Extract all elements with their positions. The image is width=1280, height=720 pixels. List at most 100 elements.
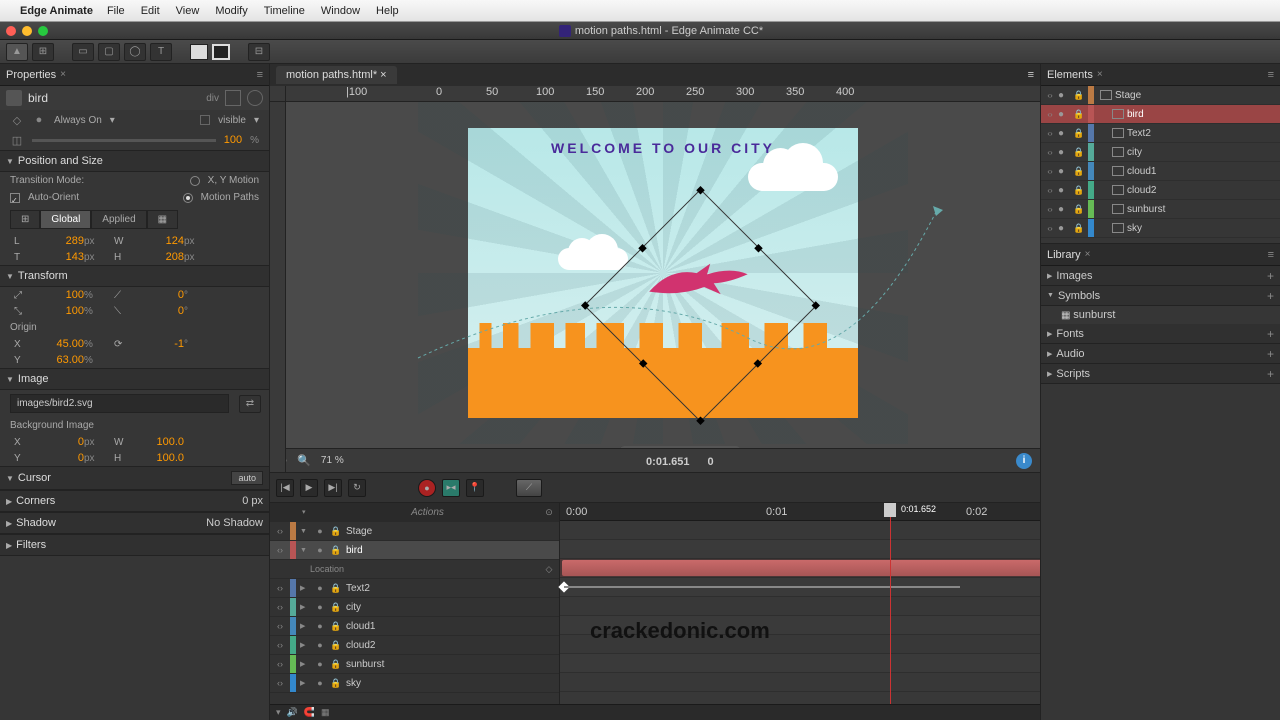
add-icon[interactable]: + xyxy=(1267,347,1274,361)
add-icon[interactable]: + xyxy=(1267,367,1274,381)
timeline-ruler[interactable]: 0:00 0:01 0:02 0:03 xyxy=(560,503,1040,521)
image-section[interactable]: ▼Image xyxy=(0,368,269,390)
rounded-rect-tool[interactable]: ▢ xyxy=(98,43,120,61)
pin-button[interactable]: 📍 xyxy=(466,479,484,497)
grid-icon[interactable]: ▦ xyxy=(321,707,330,718)
timeline-layer-row[interactable]: ‹›▶●🔒sky xyxy=(270,674,559,693)
rectangle-tool[interactable]: ▭ xyxy=(72,43,94,61)
minimize-window-button[interactable] xyxy=(22,26,32,36)
element-row[interactable]: ‹›●🔒city xyxy=(1041,143,1280,162)
element-row[interactable]: ‹›●🔒Text2 xyxy=(1041,124,1280,143)
auto-keyframe-button[interactable]: ● xyxy=(418,479,436,497)
menu-file[interactable]: File xyxy=(107,5,125,17)
stroke-color-swatch[interactable] xyxy=(212,44,230,60)
panel-menu-icon[interactable] xyxy=(257,69,263,81)
go-to-end-button[interactable]: ▶| xyxy=(324,479,342,497)
element-row[interactable]: ‹›●🔒sky xyxy=(1041,219,1280,238)
filter-icon[interactable]: ▾ xyxy=(276,707,281,718)
scale-x-input[interactable]: 100 xyxy=(34,289,84,301)
element-row[interactable]: ‹›●🔒cloud1 xyxy=(1041,162,1280,181)
cursor-auto-button[interactable]: auto xyxy=(231,471,263,485)
add-icon[interactable]: + xyxy=(1267,289,1274,303)
auto-transition-button[interactable]: ▸◂ xyxy=(442,479,460,497)
swap-image-button[interactable]: ⇄ xyxy=(239,395,261,413)
add-icon[interactable]: + xyxy=(1267,327,1274,341)
library-symbol-item[interactable]: ▦ sunburst xyxy=(1041,306,1280,324)
selection-tool[interactable]: ▲ xyxy=(6,43,28,61)
fill-color-swatch[interactable] xyxy=(190,44,208,60)
app-name[interactable]: Edge Animate xyxy=(20,5,93,17)
timeline-layer-row[interactable]: ‹›▶●🔒Text2 xyxy=(270,579,559,598)
element-name-input[interactable] xyxy=(28,91,200,105)
timeline-layer-row[interactable]: ‹›▼●🔒bird xyxy=(270,541,559,560)
element-row[interactable]: ‹›●🔒bird xyxy=(1041,105,1280,124)
scale-y-input[interactable]: 100 xyxy=(34,305,84,317)
info-icon[interactable]: i xyxy=(1016,453,1032,469)
image-path-field[interactable]: images/bird2.svg xyxy=(10,394,229,413)
timeline-layer-row[interactable]: ‹›▼●🔒Stage xyxy=(270,522,559,541)
menu-view[interactable]: View xyxy=(176,5,200,17)
doc-tab-menu-icon[interactable] xyxy=(1028,69,1034,81)
timeline-layer-row[interactable]: ‹›▶●🔒sunburst xyxy=(270,655,559,674)
size-width-input[interactable]: 124 xyxy=(134,235,184,247)
actions-row[interactable]: ▾ Actions ⊙ xyxy=(270,503,559,522)
text-tool[interactable]: T xyxy=(150,43,172,61)
library-audio-category[interactable]: ▶Audio+ xyxy=(1041,344,1280,364)
close-window-button[interactable] xyxy=(6,26,16,36)
panel-menu-icon[interactable] xyxy=(1268,69,1274,81)
zoom-window-button[interactable] xyxy=(38,26,48,36)
menu-help[interactable]: Help xyxy=(376,5,399,17)
menu-modify[interactable]: Modify xyxy=(215,5,247,17)
playhead[interactable]: 0:01.652 xyxy=(890,503,891,704)
menu-timeline[interactable]: Timeline xyxy=(264,5,305,17)
target-icon[interactable] xyxy=(225,90,241,106)
cursor-section[interactable]: ▼Cursor auto xyxy=(0,466,269,490)
opacity-slider[interactable] xyxy=(32,139,216,142)
actions-menu-icon[interactable]: ⊙ xyxy=(543,507,555,518)
rotate-input[interactable]: -1 xyxy=(134,338,184,350)
close-icon[interactable]: × xyxy=(60,69,66,80)
size-height-input[interactable]: 208 xyxy=(134,251,184,263)
close-icon[interactable]: × xyxy=(1085,249,1091,260)
tween-bar[interactable] xyxy=(562,560,1040,576)
skew-y-input[interactable]: 0 xyxy=(134,305,184,317)
speaker-icon[interactable]: 🔊 xyxy=(287,707,298,718)
play-button[interactable]: ▶ xyxy=(300,479,318,497)
library-fonts-category[interactable]: ▶Fonts+ xyxy=(1041,324,1280,344)
xy-motion-radio[interactable] xyxy=(190,176,200,186)
timeline-layer-row[interactable]: ‹›▶●🔒city xyxy=(270,598,559,617)
visibility-checkbox[interactable] xyxy=(200,115,210,125)
actions-icon[interactable] xyxy=(247,90,263,106)
coord-options-icon[interactable]: ▦ xyxy=(147,210,178,229)
transform-tool[interactable]: ⊞ xyxy=(32,43,54,61)
canvas-area[interactable]: 0|100 50100 150200 250300 350400 WELCOME… xyxy=(270,86,1040,472)
coord-applied-button[interactable]: Applied xyxy=(91,210,146,229)
display-mode-dropdown[interactable]: Always On xyxy=(54,115,102,126)
bg-h-input[interactable]: 100.0 xyxy=(134,452,184,464)
pos-top-input[interactable]: 143 xyxy=(34,251,84,263)
bg-w-input[interactable]: 100.0 xyxy=(134,436,184,448)
close-icon[interactable]: × xyxy=(1097,69,1103,80)
document-tab[interactable]: motion paths.html* × xyxy=(276,66,397,84)
opacity-value[interactable]: 100 xyxy=(224,134,242,146)
timeline-tracks[interactable]: 0:00 0:01 0:02 0:03 0:01.652 xyxy=(560,503,1040,704)
coord-global-button[interactable]: Global xyxy=(40,210,91,229)
add-icon[interactable]: + xyxy=(1267,269,1274,283)
library-symbols-category[interactable]: ▼Symbols+ xyxy=(1041,286,1280,306)
coord-layout-icon[interactable]: ⊞ xyxy=(10,210,40,229)
timeline-layer-row[interactable]: ‹›▶●🔒cloud2 xyxy=(270,636,559,655)
position-size-section[interactable]: ▼Position and Size xyxy=(0,150,269,172)
menu-window[interactable]: Window xyxy=(321,5,360,17)
ellipse-tool[interactable]: ◯ xyxy=(124,43,146,61)
element-row[interactable]: ‹›●🔒Stage xyxy=(1041,86,1280,105)
menu-edit[interactable]: Edit xyxy=(141,5,160,17)
library-images-category[interactable]: ▶Images+ xyxy=(1041,266,1280,286)
shadow-section[interactable]: ▶ShadowNo Shadow xyxy=(0,512,269,534)
library-scripts-category[interactable]: ▶Scripts+ xyxy=(1041,364,1280,384)
layout-tool[interactable]: ⊟ xyxy=(248,43,270,61)
motion-paths-radio[interactable] xyxy=(183,193,193,203)
go-to-start-button[interactable]: |◀ xyxy=(276,479,294,497)
element-row[interactable]: ‹›●🔒cloud2 xyxy=(1041,181,1280,200)
skew-x-input[interactable]: 0 xyxy=(134,289,184,301)
loop-button[interactable]: ↻ xyxy=(348,479,366,497)
